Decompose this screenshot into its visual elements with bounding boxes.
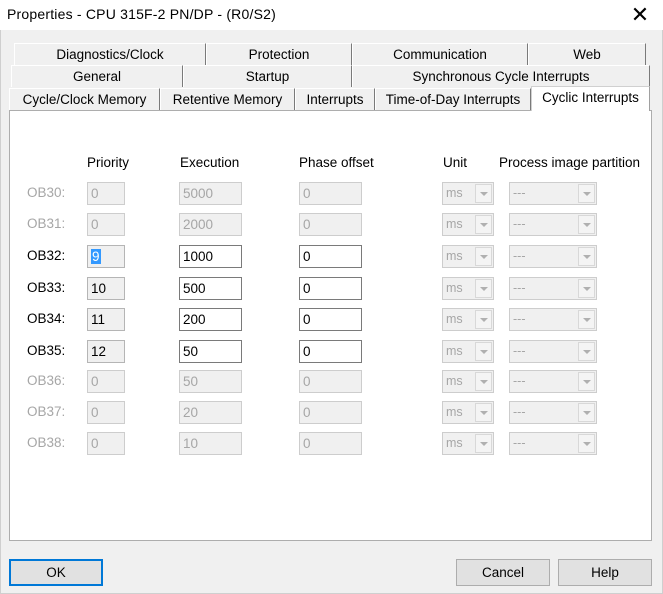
execution-field: 50	[179, 370, 242, 393]
unit-select: ms	[442, 213, 494, 236]
process-image-partition-select: ---	[509, 401, 597, 424]
execution-field: 10	[179, 432, 242, 455]
tab-cyclic-interrupts[interactable]: Cyclic Interrupts	[531, 86, 650, 111]
phase-offset-field[interactable]: 0	[299, 308, 362, 331]
process-image-partition-select: ---	[509, 213, 597, 236]
window-title: Properties - CPU 315F-2 PN/DP - (R0/S2)	[7, 6, 276, 22]
priority-field[interactable]: 10	[87, 277, 125, 300]
execution-field[interactable]: 200	[179, 308, 242, 331]
unit-select: ms	[442, 432, 494, 455]
priority-field[interactable]: 12	[87, 340, 125, 363]
priority-field: 0	[87, 401, 125, 424]
unit-select: ms	[442, 340, 494, 363]
ob-label: OB31:	[27, 216, 66, 231]
process-image-partition-select: ---	[509, 245, 597, 268]
unit-select: ms	[442, 308, 494, 331]
chevron-down-icon	[578, 247, 595, 266]
phase-offset-field: 0	[299, 182, 362, 205]
tab-time-of-day-interrupts[interactable]: Time-of-Day Interrupts	[375, 88, 531, 110]
chevron-down-icon	[578, 403, 595, 422]
priority-value-selected: 9	[91, 249, 101, 264]
unit-select: ms	[442, 401, 494, 424]
unit-select: ms	[442, 245, 494, 268]
ob-label: OB33:	[27, 280, 66, 295]
ob-label: OB30:	[27, 185, 66, 200]
tab-protection[interactable]: Protection	[206, 43, 352, 65]
ob-label: OB36:	[27, 373, 66, 388]
priority-field[interactable]: 11	[87, 308, 125, 331]
tab-communication[interactable]: Communication	[352, 43, 528, 65]
phase-offset-field[interactable]: 0	[299, 340, 362, 363]
chevron-down-icon	[475, 247, 492, 266]
process-image-partition-select: ---	[509, 370, 597, 393]
close-icon: ✕	[630, 2, 650, 27]
tab-cycle-clock-memory[interactable]: Cycle/Clock Memory	[9, 88, 160, 110]
chevron-down-icon	[475, 434, 492, 453]
priority-field: 0	[87, 370, 125, 393]
priority-field: 0	[87, 182, 125, 205]
title-bar: Properties - CPU 315F-2 PN/DP - (R0/S2) …	[0, 0, 663, 30]
phase-offset-field: 0	[299, 432, 362, 455]
process-image-partition-header: Process image partition	[499, 155, 641, 170]
chevron-down-icon	[475, 279, 492, 298]
process-image-partition-select: ---	[509, 340, 597, 363]
priority-field: 0	[87, 213, 125, 236]
phase-offset-field[interactable]: 0	[299, 245, 362, 268]
priority-field[interactable]: 9	[87, 245, 125, 268]
ob-label: OB38:	[27, 435, 66, 450]
ob-label: OB35:	[27, 343, 66, 358]
cancel-button[interactable]: Cancel	[456, 559, 550, 586]
phase-offset-field[interactable]: 0	[299, 277, 362, 300]
chevron-down-icon	[578, 434, 595, 453]
chevron-down-icon	[475, 342, 492, 361]
execution-field[interactable]: 50	[179, 340, 242, 363]
chevron-down-icon	[578, 215, 595, 234]
chevron-down-icon	[475, 310, 492, 329]
execution-field[interactable]: 1000	[179, 245, 242, 268]
chevron-down-icon	[578, 279, 595, 298]
chevron-down-icon	[578, 372, 595, 391]
tab-interrupts[interactable]: Interrupts	[295, 88, 375, 110]
chevron-down-icon	[475, 215, 492, 234]
tab-diagnostics-clock[interactable]: Diagnostics/Clock	[14, 43, 206, 65]
close-button[interactable]: ✕	[617, 0, 663, 30]
process-image-partition-select: ---	[509, 308, 597, 331]
phase-offset-header: Phase offset	[299, 155, 374, 170]
priority-field: 0	[87, 432, 125, 455]
process-image-partition-select: ---	[509, 182, 597, 205]
execution-field: 5000	[179, 182, 242, 205]
process-image-partition-select: ---	[509, 432, 597, 455]
tab-general[interactable]: General	[11, 65, 183, 87]
phase-offset-field: 0	[299, 370, 362, 393]
help-button[interactable]: Help	[558, 559, 652, 586]
ob-label: OB32:	[27, 248, 66, 263]
tab-synchronous-cycle-interrupts[interactable]: Synchronous Cycle Interrupts	[352, 65, 650, 87]
chevron-down-icon	[578, 310, 595, 329]
priority-header: Priority	[87, 155, 130, 170]
execution-field[interactable]: 500	[179, 277, 242, 300]
phase-offset-field: 0	[299, 401, 362, 424]
chevron-down-icon	[578, 342, 595, 361]
phase-offset-field: 0	[299, 213, 362, 236]
execution-field: 20	[179, 401, 242, 424]
chevron-down-icon	[475, 184, 492, 203]
unit-select: ms	[442, 182, 494, 205]
tab-startup[interactable]: Startup	[183, 65, 352, 87]
chevron-down-icon	[578, 184, 595, 203]
ob-label: OB34:	[27, 311, 66, 326]
tab-web[interactable]: Web	[528, 43, 646, 65]
ok-button[interactable]: OK	[9, 559, 103, 586]
chevron-down-icon	[475, 403, 492, 422]
process-image-partition-select: ---	[509, 277, 597, 300]
unit-select: ms	[442, 370, 494, 393]
execution-header: Execution	[180, 155, 240, 170]
ob-label: OB37:	[27, 404, 66, 419]
tab-retentive-memory[interactable]: Retentive Memory	[160, 88, 295, 110]
chevron-down-icon	[475, 372, 492, 391]
unit-header: Unit	[443, 155, 468, 170]
execution-field: 2000	[179, 213, 242, 236]
unit-select: ms	[442, 277, 494, 300]
